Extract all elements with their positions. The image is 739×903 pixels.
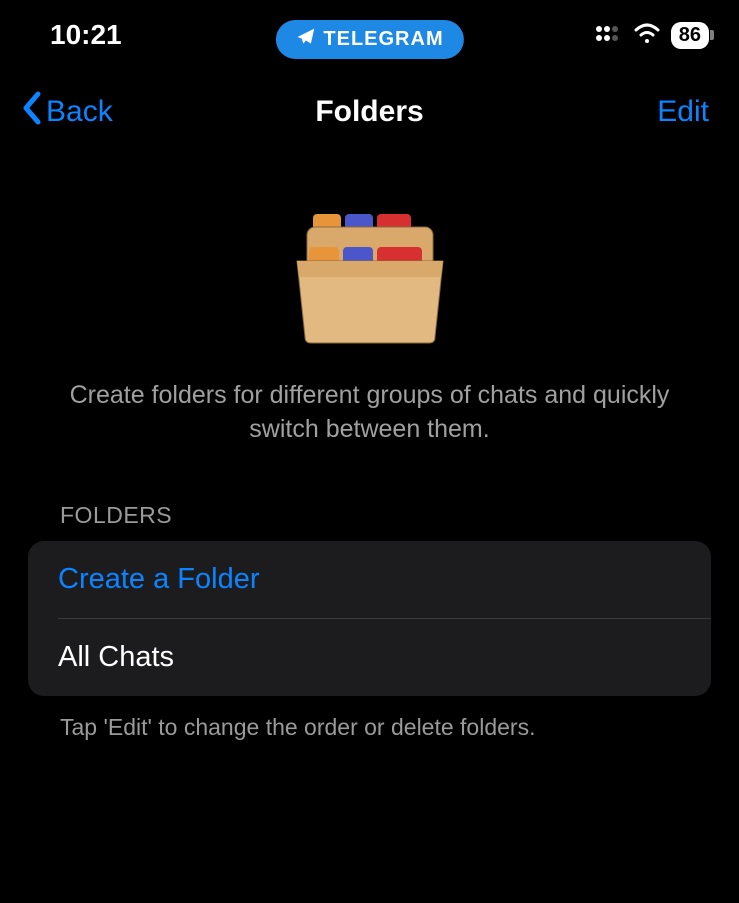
wifi-icon [633,22,661,49]
telegram-label: TELEGRAM [323,28,443,51]
back-button[interactable]: Back [20,90,113,134]
telegram-icon [295,27,315,52]
status-right: 86 [595,22,709,49]
status-center-pill[interactable]: TELEGRAM [275,20,463,59]
section-header-folders: FOLDERS [0,502,739,529]
folder-illustration [0,189,739,349]
all-chats-item[interactable]: All Chats [28,619,711,696]
battery-level: 86 [679,24,701,47]
section-footer-text: Tap 'Edit' to change the order or delete… [0,696,739,741]
chevron-left-icon [20,90,44,134]
create-folder-button[interactable]: Create a Folder [28,541,711,618]
navigation-bar: Back Folders Edit [0,60,739,164]
page-title: Folders [315,95,423,129]
battery-indicator: 86 [671,22,709,49]
folder-icon [285,189,455,349]
folders-list: Create a Folder All Chats [28,541,711,696]
edit-button[interactable]: Edit [657,95,709,129]
status-time: 10:21 [50,19,122,51]
status-bar: 10:21 TELEGRAM [0,0,739,60]
description-text: Create folders for different groups of c… [0,379,739,447]
back-label: Back [46,95,113,129]
cellular-signal-icon [595,23,623,48]
